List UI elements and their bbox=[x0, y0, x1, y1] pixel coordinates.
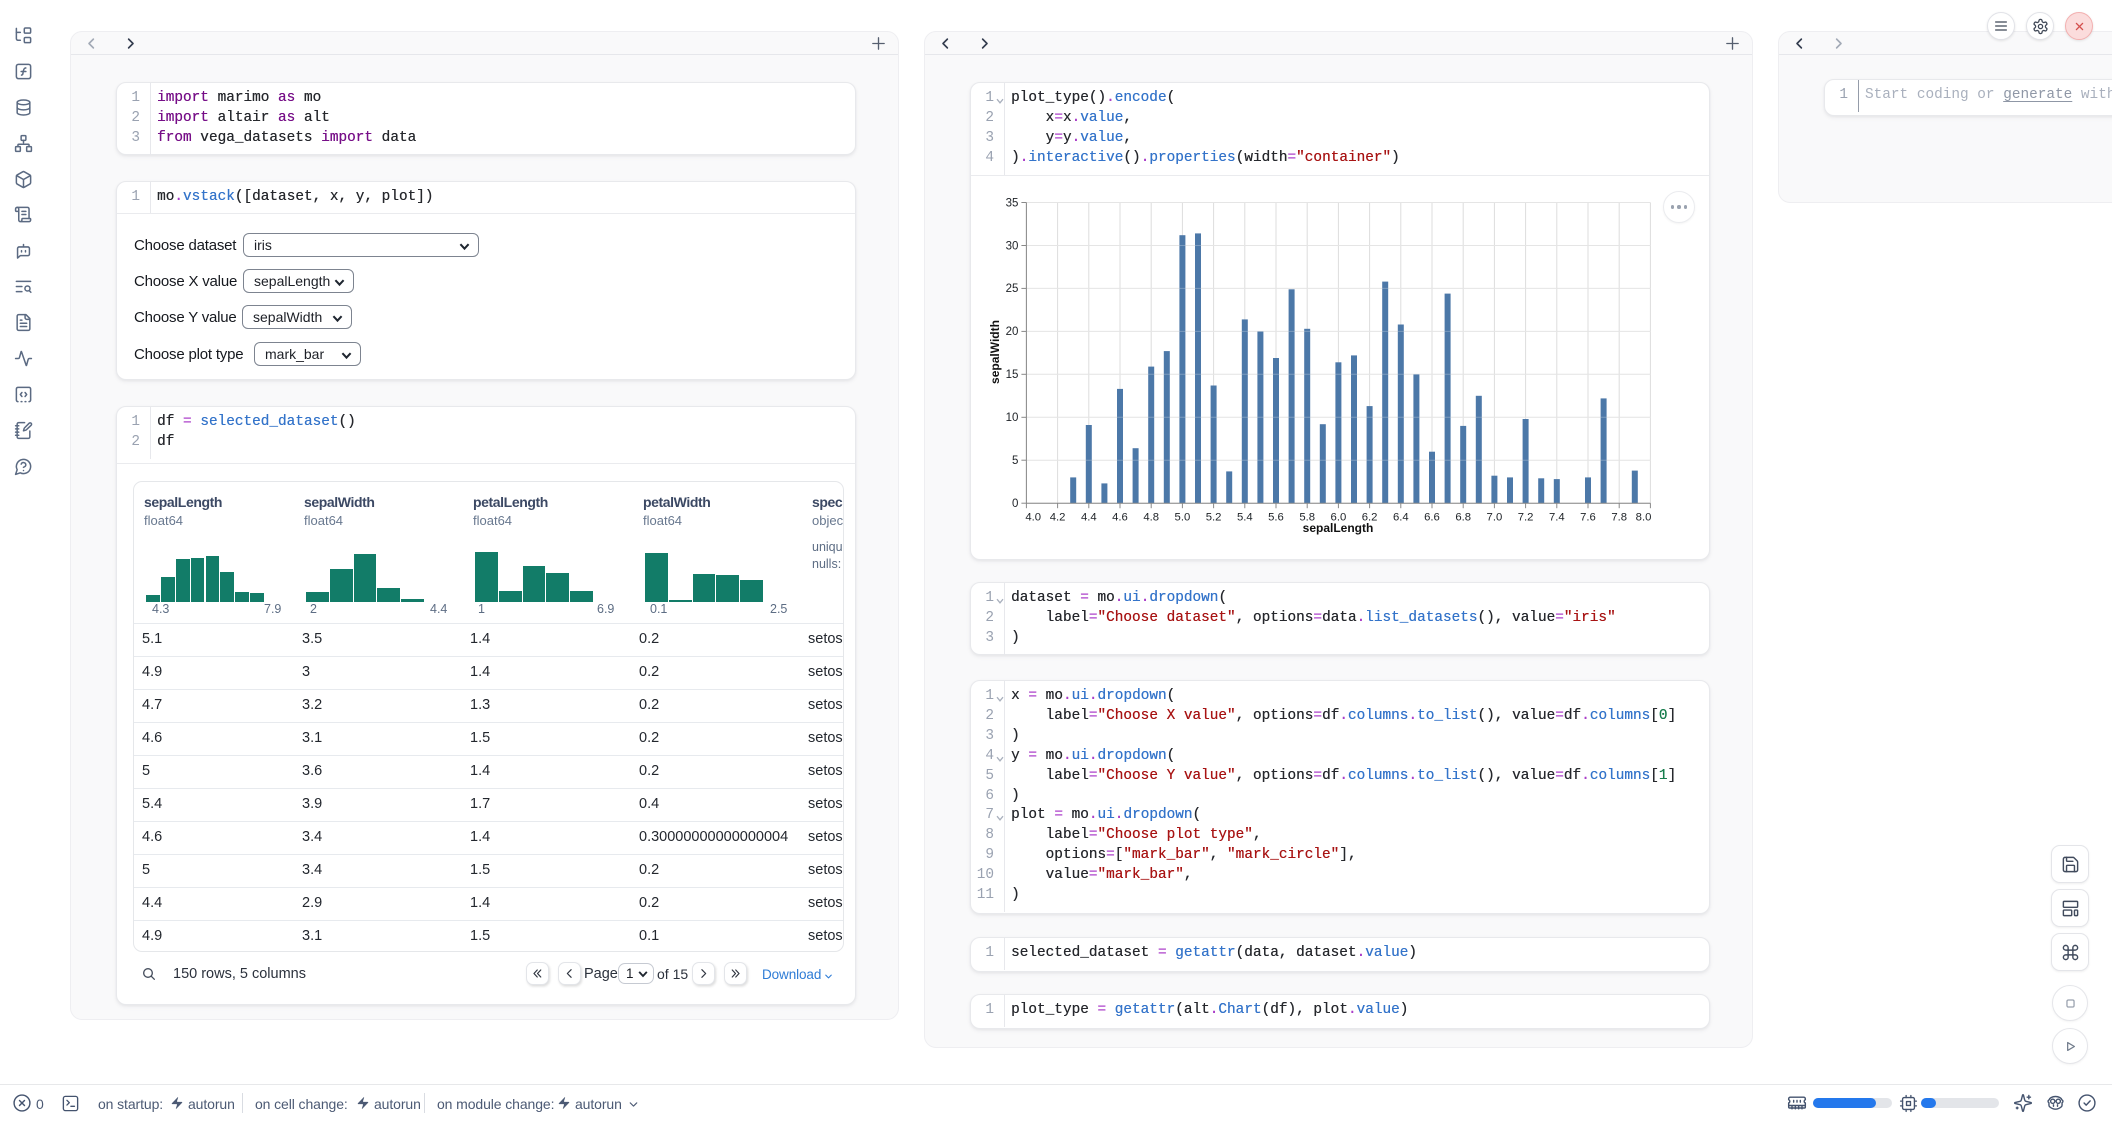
svg-text:6.6: 6.6 bbox=[1424, 511, 1440, 523]
svg-text:8.0: 8.0 bbox=[1636, 511, 1652, 523]
svg-text:6.4: 6.4 bbox=[1393, 511, 1409, 523]
svg-text:25: 25 bbox=[1006, 283, 1019, 295]
svg-text:7.0: 7.0 bbox=[1487, 511, 1503, 523]
svg-text:4.4: 4.4 bbox=[1081, 511, 1097, 523]
svg-text:7.8: 7.8 bbox=[1611, 511, 1627, 523]
svg-text:4.2: 4.2 bbox=[1050, 511, 1066, 523]
svg-text:5.2: 5.2 bbox=[1206, 511, 1222, 523]
svg-text:6.8: 6.8 bbox=[1455, 511, 1471, 523]
svg-text:5.4: 5.4 bbox=[1237, 511, 1253, 523]
svg-text:sepalLength: sepalLength bbox=[1303, 521, 1374, 535]
svg-text:5.6: 5.6 bbox=[1268, 511, 1284, 523]
svg-text:4.8: 4.8 bbox=[1143, 511, 1159, 523]
svg-text:35: 35 bbox=[1006, 197, 1019, 209]
svg-text:7.2: 7.2 bbox=[1518, 511, 1534, 523]
svg-text:20: 20 bbox=[1006, 326, 1019, 338]
svg-text:7.6: 7.6 bbox=[1580, 511, 1596, 523]
svg-text:0: 0 bbox=[1012, 498, 1018, 510]
svg-text:sepalWidth: sepalWidth bbox=[988, 320, 1002, 384]
svg-text:4.0: 4.0 bbox=[1025, 511, 1041, 523]
svg-text:30: 30 bbox=[1006, 240, 1019, 252]
svg-text:5.0: 5.0 bbox=[1175, 511, 1191, 523]
svg-text:7.4: 7.4 bbox=[1549, 511, 1565, 523]
svg-text:4.6: 4.6 bbox=[1112, 511, 1128, 523]
svg-text:5: 5 bbox=[1012, 455, 1018, 467]
svg-text:10: 10 bbox=[1006, 412, 1019, 424]
svg-text:15: 15 bbox=[1006, 369, 1019, 381]
